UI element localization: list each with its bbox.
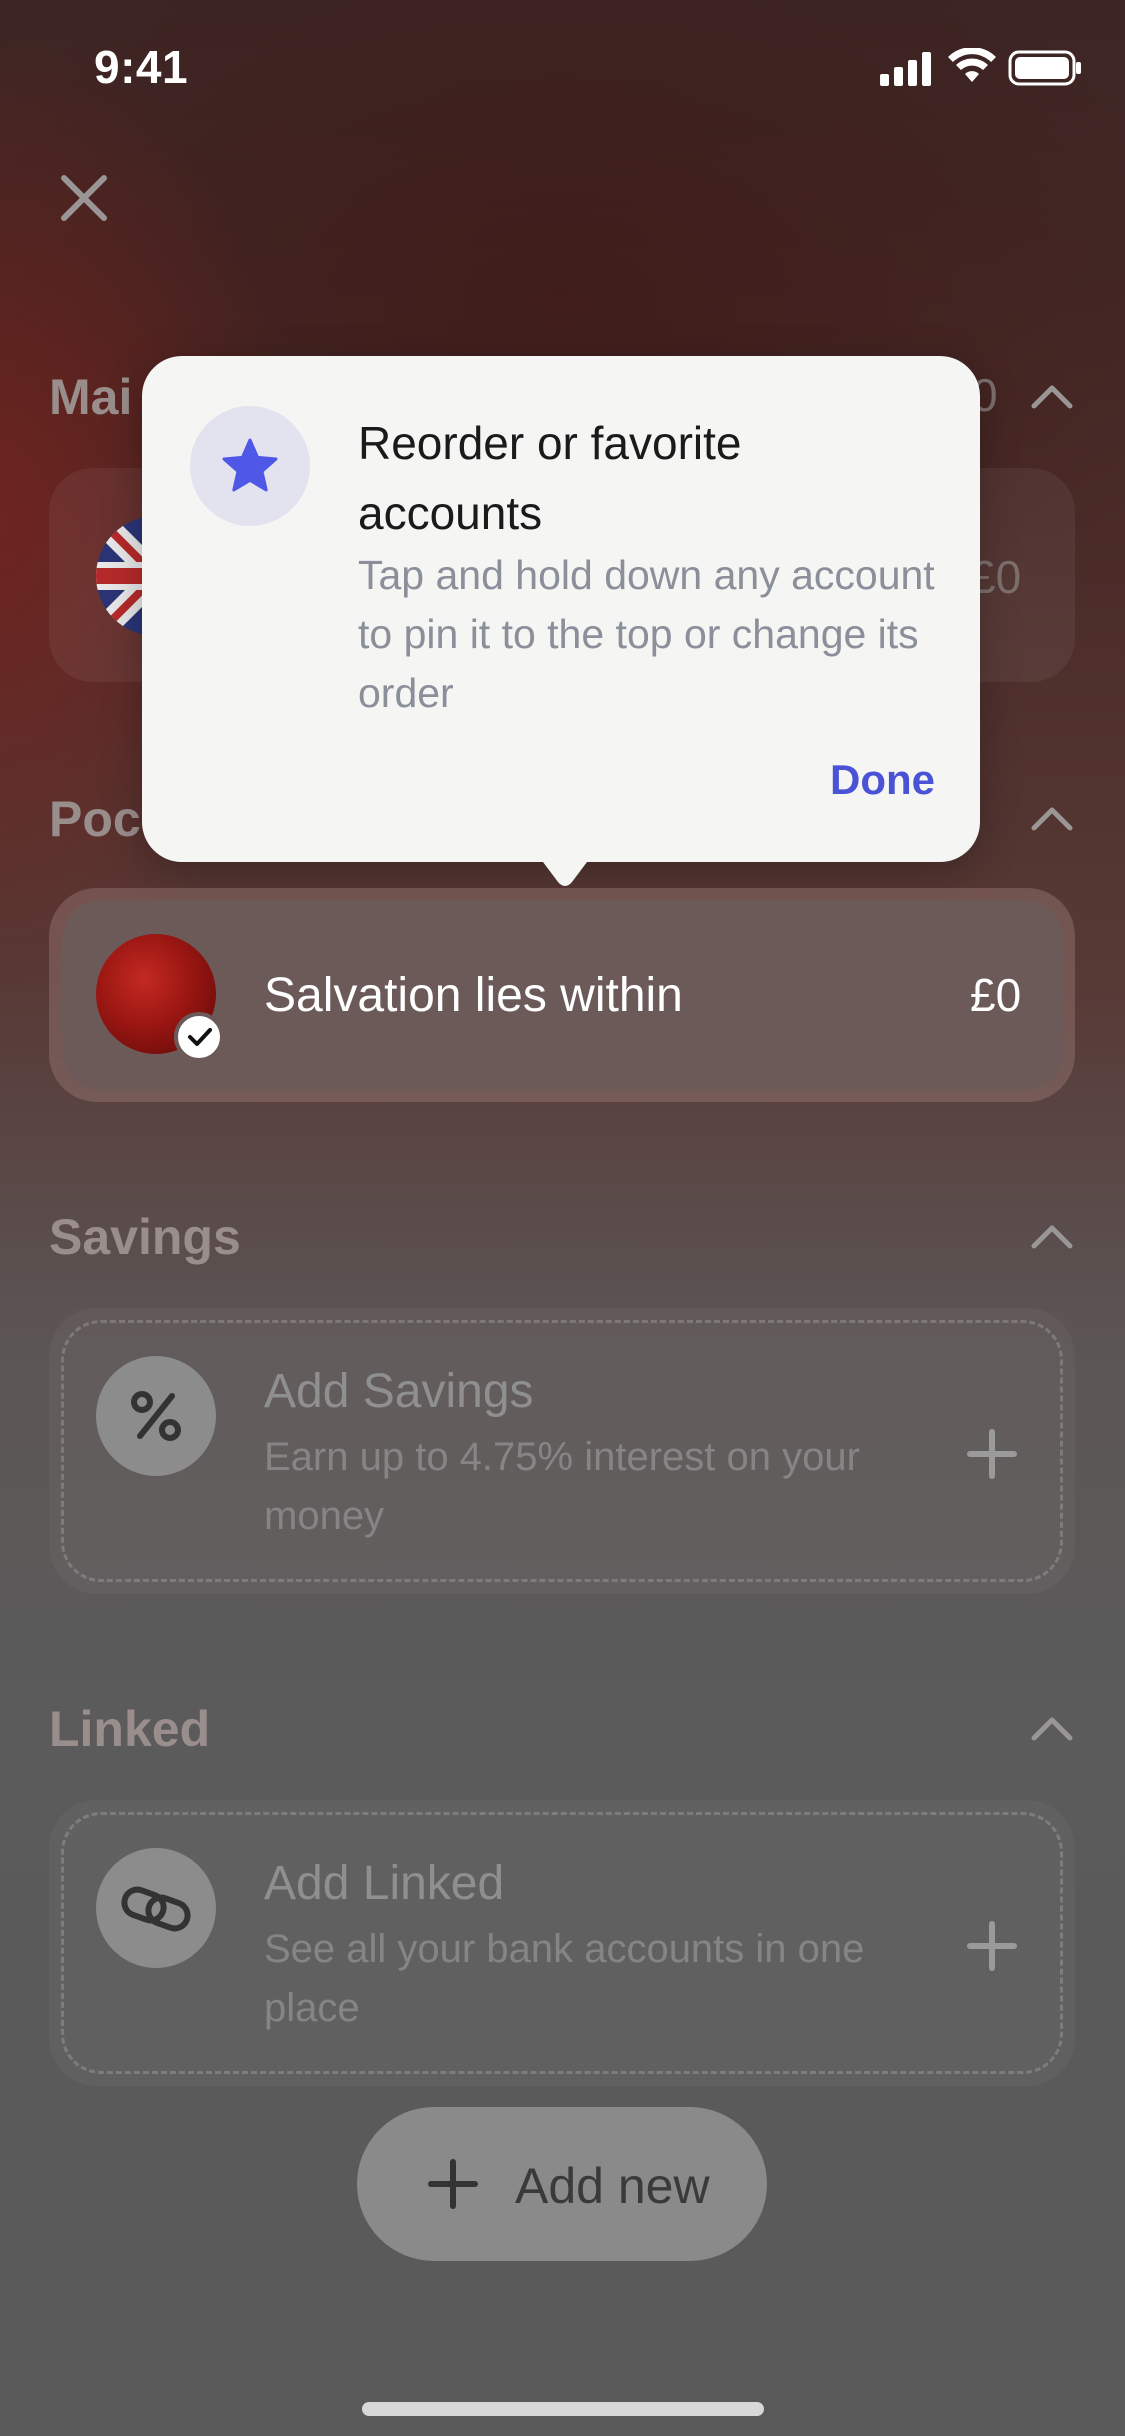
section-title-main: Mai xyxy=(49,369,133,425)
add-new-button[interactable]: Add new xyxy=(357,2107,767,2261)
check-icon xyxy=(188,1028,212,1046)
home-indicator xyxy=(362,2402,764,2416)
section-title-pockets: Poc xyxy=(49,791,141,847)
star-icon xyxy=(222,438,278,492)
add-new-label: Add new xyxy=(515,2158,710,2214)
tooltip-arrow xyxy=(540,858,590,886)
chevron-up-icon[interactable] xyxy=(1030,380,1074,410)
status-time: 9:41 xyxy=(94,41,189,93)
section-title-savings: Savings xyxy=(49,1209,241,1265)
section-title-linked: Linked xyxy=(49,1701,211,1757)
pocket-name: Salvation lies within xyxy=(264,969,683,1022)
plus-icon[interactable] xyxy=(966,1428,1018,1480)
add-linked-title: Add Linked xyxy=(264,1857,505,1910)
status-bar: 9:41 xyxy=(0,0,1125,140)
done-button[interactable]: Done xyxy=(830,756,935,804)
chevron-up-icon[interactable] xyxy=(1030,1220,1074,1250)
tooltip-body: Tap and hold down any account to pin it … xyxy=(358,552,935,716)
tooltip-title: Reorder or favorite accounts xyxy=(358,417,742,539)
star-icon-circle xyxy=(190,406,310,526)
wifi-icon xyxy=(948,48,996,82)
add-savings-title: Add Savings xyxy=(264,1365,534,1418)
chevron-up-icon[interactable] xyxy=(1030,1712,1074,1742)
reorder-tooltip: Reorder or favorite accounts Tap and hol… xyxy=(142,356,980,862)
add-savings-description: Earn up to 4.75% interest on your money xyxy=(264,1435,860,1538)
percent-icon xyxy=(96,1356,216,1476)
chevron-up-icon[interactable] xyxy=(1030,802,1074,832)
signal-icon xyxy=(880,52,931,86)
add-linked-description: See all your bank accounts in one place xyxy=(264,1927,865,2030)
link-icon xyxy=(96,1848,216,1968)
battery-icon xyxy=(1008,50,1081,86)
plus-icon xyxy=(428,2159,478,2209)
check-badge xyxy=(174,1012,224,1062)
close-icon[interactable] xyxy=(52,166,116,230)
plus-icon[interactable] xyxy=(966,1920,1018,1972)
pocket-amount: £0 xyxy=(970,969,1022,1021)
